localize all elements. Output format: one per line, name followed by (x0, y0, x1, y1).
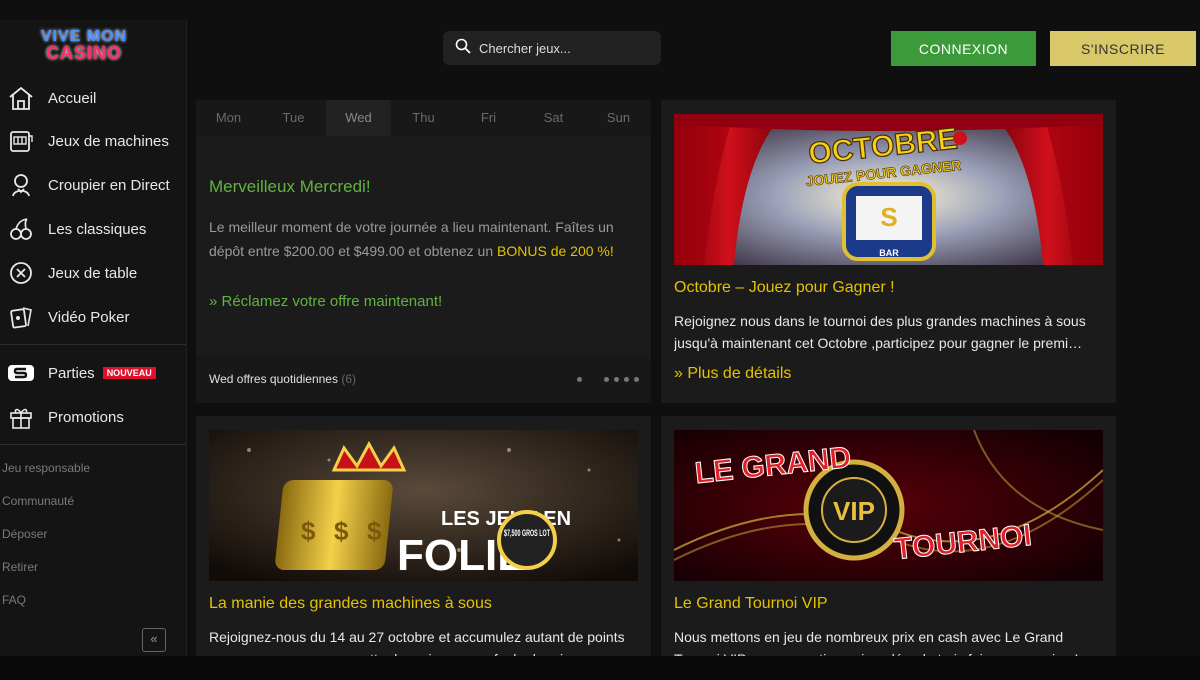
promo-card-description: Rejoignez nous dans le tournoi des plus … (674, 313, 1086, 351)
bottom-strip (0, 656, 1200, 680)
cherries-icon (6, 214, 36, 244)
carousel-dot[interactable] (577, 377, 582, 382)
gift-icon (6, 402, 36, 432)
daily-footer: Wed offres quotidiennes (6) (196, 356, 651, 403)
sidebar: VIVE MON CASINO Accueil Jeux de machines… (0, 20, 187, 660)
cards-icon (6, 302, 36, 332)
svg-text:$: $ (367, 516, 382, 546)
daily-promo-text: Le meilleur moment de votre journée a li… (209, 215, 641, 263)
promo-card-grand-tournoi-vip: LE GRAND VIP TOURNOI Le Grand Tournoi VI… (661, 416, 1116, 656)
sidebar-item-parties[interactable]: Parties NOUVEAU (0, 353, 186, 393)
collapse-sidebar-button[interactable]: « (142, 628, 166, 652)
sidebar-item-label: Parties (48, 364, 95, 382)
sidebar-item-jeux-de-table[interactable]: Jeux de table (0, 253, 186, 293)
banner-vip: VIP (833, 496, 875, 526)
banner-jackpot: $7,500 GROS LOT (504, 528, 550, 538)
sidebar-item-croupier-en-direct[interactable]: Croupier en Direct (0, 165, 186, 205)
sidebar-item-label: Jeux de machines (48, 132, 169, 150)
logo-line-2: CASINO (45, 43, 122, 63)
daily-footer-text: Wed offres quotidiennes (209, 372, 338, 386)
sidebar-divider (0, 344, 186, 345)
carousel-dot[interactable] (604, 377, 609, 382)
daily-footer-label: Wed offres quotidiennes (6) (209, 372, 356, 386)
link-deposer[interactable]: Déposer (2, 527, 47, 541)
sidebar-item-les-classiques[interactable]: Les classiques (0, 209, 186, 249)
home-icon (6, 83, 36, 113)
tab-thu[interactable]: Thu (391, 100, 456, 136)
slot-machine-icon (6, 126, 36, 156)
promo-card-octobre: S BAR OCTOBRE JOUEZ POUR GAGNER Octobre … (661, 100, 1116, 403)
dealer-icon (6, 170, 36, 200)
carousel-dot[interactable] (614, 377, 619, 382)
link-faq[interactable]: FAQ (2, 593, 26, 607)
sidebar-item-label: Les classiques (48, 220, 147, 238)
search-input[interactable] (477, 39, 651, 57)
tab-wed[interactable]: Wed (326, 100, 391, 136)
daily-offers-card: Mon Tue Wed Thu Fri Sat Sun Merveilleux … (196, 100, 651, 403)
link-communaute[interactable]: Communauté (2, 494, 74, 508)
link-retirer[interactable]: Retirer (2, 560, 38, 574)
sidebar-item-jeux-de-machines[interactable]: Jeux de machines (0, 121, 186, 161)
promo-card-description: Rejoignez-nous du 14 au 27 octobre et ac… (209, 629, 625, 656)
sidebar-item-label: Vidéo Poker (48, 308, 130, 326)
carousel-dot[interactable] (634, 377, 639, 382)
sidebar-item-label: Jeux de table (48, 264, 138, 282)
tab-fri[interactable]: Fri (456, 100, 521, 136)
daily-promo-bonus: BONUS de 200 %! (497, 243, 614, 259)
login-button[interactable]: CONNEXION (891, 31, 1036, 66)
sidebar-item-label: Croupier en Direct (48, 176, 170, 194)
poker-chip-icon (6, 258, 36, 288)
tab-sat[interactable]: Sat (521, 100, 586, 136)
svg-text:$: $ (334, 516, 349, 546)
claim-offer-link[interactable]: » Réclamez votre offre maintenant! (209, 293, 442, 310)
search-icon (455, 38, 471, 59)
sidebar-item-video-poker[interactable]: Vidéo Poker (0, 297, 186, 337)
svg-text:$: $ (301, 516, 316, 546)
folie-banner[interactable]: $$$ LES JEUX EN FOLIE $7,500 GROS LOT (209, 430, 638, 581)
promo-card-title[interactable]: La manie des grandes machines à sous (209, 595, 492, 613)
svg-text:BAR: BAR (879, 248, 899, 258)
promo-card-title[interactable]: Le Grand Tournoi VIP (674, 595, 828, 613)
tab-tue[interactable]: Tue (261, 100, 326, 136)
promo-card-jeux-en-folie: $$$ LES JEUX EN FOLIE $7,500 GROS LOT La… (196, 416, 651, 656)
new-badge: NOUVEAU (102, 367, 156, 379)
daily-promo-title: Merveilleux Mercredi! (209, 177, 371, 196)
tab-mon[interactable]: Mon (196, 100, 261, 136)
search-box[interactable] (443, 31, 661, 65)
signup-button[interactable]: S'INSCRIRE (1050, 31, 1196, 66)
svg-text:S: S (880, 202, 897, 232)
carousel-dots (577, 377, 639, 382)
vip-banner[interactable]: LE GRAND VIP TOURNOI (674, 430, 1103, 581)
tab-sun[interactable]: Sun (586, 100, 651, 136)
weekday-tabs: Mon Tue Wed Thu Fri Sat Sun (196, 100, 651, 136)
carousel-dot[interactable] (624, 377, 629, 382)
more-details-link[interactable]: » Plus de détails (674, 365, 791, 383)
promo-card-description: Nous mettons en jeu de nombreux prix en … (674, 629, 1078, 656)
sidebar-divider (0, 444, 186, 445)
sidebar-item-accueil[interactable]: Accueil (0, 78, 186, 118)
octobre-banner[interactable]: S BAR OCTOBRE JOUEZ POUR GAGNER (674, 114, 1103, 265)
sidebar-item-label: Promotions (48, 408, 124, 426)
sidebar-item-label: Accueil (48, 89, 97, 107)
site-logo[interactable]: VIVE MON CASINO (38, 28, 130, 66)
parties-logo-icon (6, 358, 36, 388)
link-jeu-responsable[interactable]: Jeu responsable (2, 461, 90, 475)
sidebar-item-promotions[interactable]: Promotions (0, 397, 186, 437)
daily-footer-count: (6) (341, 372, 356, 386)
promo-card-title[interactable]: Octobre – Jouez pour Gagner ! (674, 279, 895, 297)
